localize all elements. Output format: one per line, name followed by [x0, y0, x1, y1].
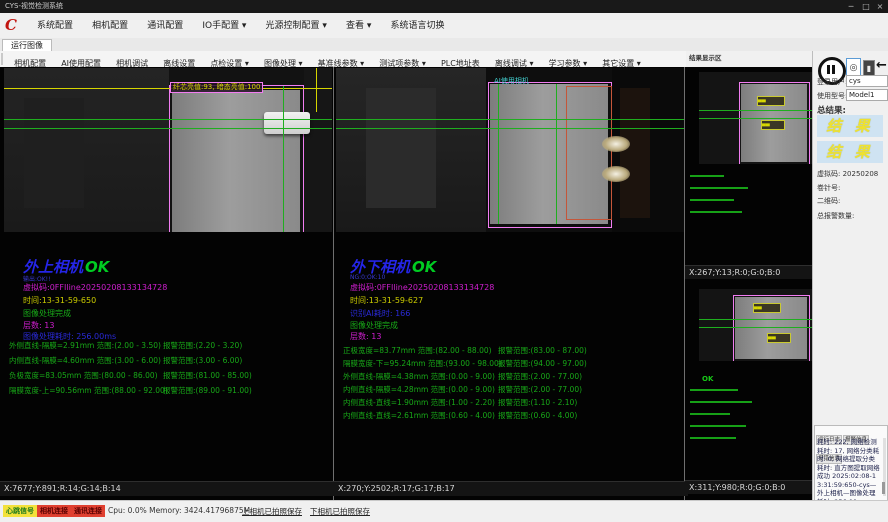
cpu-memory-text: Cpu: 0.0% Memory: 3424.41796875M	[108, 506, 250, 515]
menu-system-config[interactable]: 系统配置	[30, 14, 80, 39]
middle-pixel-coords: X:270;Y:2502;R:17;G:17;B:17	[334, 481, 688, 496]
back-button[interactable]: ←	[876, 58, 887, 73]
middle-result-ok: OK	[412, 258, 436, 276]
main-workspace: 纤芯亮值:93, 暗态亮值:100 外上相机OK 输出:OK!! 虚拟码:0FF…	[0, 67, 812, 500]
left-measurement-row: 负极宽度=83.05mm 范围:(80.00 - 86.00)报警范围:(81.…	[9, 370, 319, 381]
middle-measurement-row: 内侧直线-直线=2.61mm 范围:(0.60 - 4.00)报警范围:(0.6…	[343, 410, 673, 421]
preview-top-image[interactable]: ▄▄ ▄▄	[699, 72, 812, 164]
toolbar: 相机配置 AI使用配置 相机调试 离线设置 点检设置 ▾ 图像处理 ▾ 基准线参…	[0, 51, 686, 68]
left-status: 图像处理完成	[23, 308, 71, 319]
alarm-count-label: 总报警数量:	[817, 211, 854, 221]
log-scrollbar[interactable]	[883, 438, 886, 496]
middle-ai-elapsed: 识别AI耗时: 166	[350, 308, 410, 319]
preview-bottom-ok: OK	[702, 375, 713, 383]
left-pixel-coords: X:7677;Y:891;R:14;G:14;B:14	[0, 481, 337, 496]
close-icon[interactable]: ×	[873, 0, 887, 13]
middle-layer-count: 层数: 13	[350, 331, 381, 342]
barcode-value: 20250208	[843, 170, 879, 178]
pane-divider	[333, 67, 334, 500]
connector-blob	[264, 112, 310, 134]
preview-bottom-image[interactable]: ▄▄ ▄▄	[699, 289, 812, 361]
reel-number-label: 卷针号:	[817, 183, 840, 193]
title-bar: CYS-视觉检测系统 ─ □ ×	[0, 0, 888, 13]
status-bar: 心跳信号 相机连接 通讯连接 Cpu: 0.0% Memory: 3424.41…	[0, 500, 888, 522]
middle-time: 时间:13-31-59-627	[350, 295, 423, 306]
left-overlay-label: 纤芯亮值:93, 暗态亮值:100	[170, 82, 263, 93]
middle-measurement-row: 隔膜宽度-下=95.24mm 范围:(93.00 - 98.00)报警范围:(9…	[343, 358, 673, 369]
minimize-icon[interactable]: ─	[844, 0, 858, 13]
app-logo-icon: C	[5, 16, 17, 34]
qr-code-label: 二维码:	[817, 196, 840, 206]
result-box-top: 结 果	[817, 115, 883, 137]
preview-top-overlay: ▄▄	[761, 120, 785, 130]
heartbeat-status-badge: 心跳信号	[3, 505, 37, 517]
left-layer-count: 层数: 13	[23, 320, 54, 331]
left-barcode: 虚拟码:0FFIline20250208133134728	[23, 282, 167, 293]
model-label: 使用型号:	[817, 91, 847, 101]
model-field[interactable]: Model1	[846, 89, 888, 101]
preview-bottom-overlay: ▄▄	[753, 303, 781, 313]
login-user-field[interactable]: cys	[846, 75, 888, 87]
middle-camera-image[interactable]: AI使用相机	[336, 68, 684, 232]
middle-camera-subtitle: NG:0;OK:10	[350, 274, 385, 281]
maximize-icon[interactable]: □	[859, 0, 873, 13]
top-camera-saved-text: 上相机已拍照保存	[242, 506, 302, 517]
pane-divider	[684, 67, 685, 500]
middle-overlay-label: AI使用相机	[494, 76, 529, 86]
tab-bar: 运行图像	[0, 38, 888, 52]
menu-io-config[interactable]: IO手配置 ▾	[195, 14, 253, 39]
left-measurement-row: 外侧直线-隔膜=2.91mm 范围:(2.00 - 3.50)报警范围:(2.2…	[9, 340, 319, 351]
menu-comm-config[interactable]: 通讯配置	[140, 14, 190, 39]
app-window: CYS-视觉检测系统 ─ □ × C 系统配置 相机配置 通讯配置 IO手配置 …	[0, 0, 888, 522]
preview-top-overlay: ▄▄	[757, 96, 785, 106]
comm-connection-badge: 通讯连接	[71, 505, 105, 517]
left-camera-image[interactable]: 纤芯亮值:93, 暗态亮值:100	[4, 68, 332, 232]
bottom-camera-saved-text: 下相机已拍照保存	[310, 506, 370, 517]
middle-measurement-row: 内侧直线-直线=1.90mm 范围:(1.00 - 2.20)报警范围:(1.1…	[343, 397, 673, 408]
result-box-bottom: 结 果	[817, 141, 883, 163]
middle-measurement-row: 外侧直线-隔膜=4.38mm 范围:(0.00 - 9.00)报警范围:(2.0…	[343, 371, 673, 382]
menu-language-switch[interactable]: 系统语言切换	[384, 14, 452, 39]
left-result-ok: OK	[85, 258, 109, 276]
log-text: 耗时: 222, 网络检测耗时: 17, 网络分类耗时: 0, 网络提取分类耗时…	[817, 438, 881, 506]
preview-bottom-overlay: ▄▄	[767, 333, 791, 343]
middle-measurement-row: 内侧直线-隔膜=4.28mm 范围:(0.00 - 9.00)报警范围:(2.0…	[343, 384, 673, 395]
camera-connection-badge: 相机连接	[37, 505, 71, 517]
left-measurement-row: 内侧直线-隔膜=4.60mm 范围:(3.00 - 6.00)报警范围:(3.0…	[9, 355, 319, 366]
login-user-label: 登录用户:	[817, 77, 847, 87]
log-box: 运行日志报警信息报错信息 耗时: 222, 网络检测耗时: 17, 网络分类耗时…	[814, 425, 888, 501]
menu-light-config[interactable]: 光源控制配置 ▾	[259, 14, 334, 39]
menu-view[interactable]: 查看 ▾	[339, 14, 378, 39]
right-control-panel: ◎ ▮ ← 登录用户: cys 使用型号: Model1 总结果: 结 果 结 …	[812, 51, 888, 500]
middle-measurement-row: 正极宽度=83.77mm 范围:(82.00 - 88.00)报警范围:(83.…	[343, 345, 673, 356]
toolbar-grip[interactable]	[1, 53, 3, 65]
middle-status: 图像处理完成	[350, 320, 398, 331]
middle-barcode: 虚拟码:0FFIline20250208133134728	[350, 282, 494, 293]
preview-header-label: 结果显示区	[686, 51, 725, 66]
left-time: 时间:13-31-59-650	[23, 295, 96, 306]
preview-bottom-coords: X:311;Y:980;R:0;G:0;B:0	[685, 480, 816, 494]
barcode-label: 虚拟码: 20250208	[817, 169, 878, 179]
preview-top-coords: X:267;Y:13;R:0;G:0;B:0	[685, 265, 816, 279]
window-title: CYS-视觉检测系统	[5, 0, 63, 13]
menu-camera-config[interactable]: 相机配置	[85, 14, 135, 39]
left-measurement-row: 隔膜宽度-上=90.56mm 范围:(88.00 - 92.00)报警范围:(8…	[9, 385, 319, 396]
